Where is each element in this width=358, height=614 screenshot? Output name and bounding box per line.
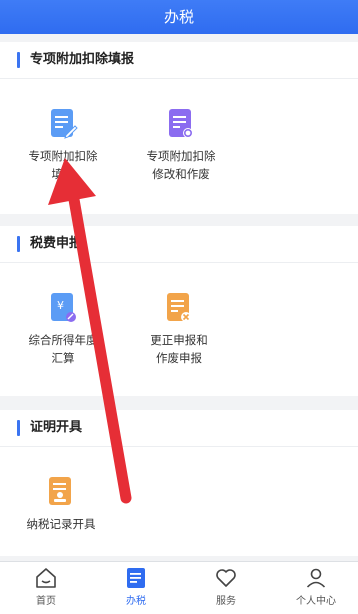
page-title: 办税	[163, 8, 194, 26]
tab-home[interactable]: 首页	[16, 566, 76, 607]
section-accent-bar	[17, 420, 20, 436]
tab-label: 办税	[126, 596, 146, 607]
tab-label: 首页	[36, 596, 56, 607]
tab-profile[interactable]: 个人中心	[286, 566, 346, 607]
tax-document-icon	[127, 568, 145, 588]
section-tax-filing: 税费申报 ¥ 综合所得年度 汇算 更正申报和 作废申报	[0, 226, 358, 396]
item-label-line1: 综合所得年度	[28, 333, 98, 347]
user-icon	[306, 568, 326, 588]
item-label-line2: 填报	[51, 167, 75, 181]
section-certificate: 证明开具 纳税记录开具	[0, 410, 358, 556]
bottom-tab-bar: 首页 办税 服务 个人中心	[0, 561, 358, 614]
section-special-deduction: 专项附加扣除填报 专项附加扣除 填报 专项附加扣除 修改和作废	[0, 42, 358, 214]
item-label-line1: 专项附加扣除	[28, 149, 98, 163]
section-header: 税费申报	[0, 226, 358, 263]
section-accent-bar	[17, 236, 20, 252]
section-title: 税费申报	[30, 236, 83, 251]
correct-void-filing-button[interactable]: 更正申报和 作废申报	[124, 292, 234, 367]
svg-text:¥: ¥	[57, 299, 64, 312]
tab-service[interactable]: 服务	[196, 566, 256, 607]
section-header: 专项附加扣除填报	[0, 42, 358, 79]
item-label-line2: 汇算	[51, 351, 75, 365]
document-edit-icon	[51, 109, 78, 139]
item-label-line2: 修改和作废	[152, 167, 210, 181]
special-deduction-fill-button[interactable]: 专项附加扣除 填报	[8, 108, 118, 183]
section-accent-bar	[17, 52, 20, 68]
page-header: 办税	[0, 0, 358, 34]
tax-record-issue-button[interactable]: 纳税记录开具	[6, 476, 116, 533]
special-deduction-modify-button[interactable]: 专项附加扣除 修改和作废	[126, 108, 236, 183]
tab-tax[interactable]: 办税	[106, 566, 166, 607]
yuan-document-icon: ¥	[51, 293, 76, 322]
annual-settlement-button[interactable]: ¥ 综合所得年度 汇算	[8, 292, 118, 367]
document-cancel-icon	[167, 293, 191, 322]
item-label-line1: 纳税记录开具	[26, 517, 96, 531]
document-settings-icon	[169, 109, 193, 138]
section-title: 证明开具	[30, 420, 83, 435]
tab-label: 个人中心	[296, 596, 336, 607]
item-label-line2: 作废申报	[156, 351, 202, 365]
heart-icon	[216, 569, 236, 587]
home-icon	[36, 568, 56, 588]
section-title: 专项附加扣除填报	[30, 52, 135, 67]
item-label-line1: 更正申报和	[150, 333, 208, 347]
section-header: 证明开具	[0, 410, 358, 447]
certificate-icon	[49, 477, 71, 505]
item-label-line1: 专项附加扣除	[146, 149, 216, 163]
tab-label: 服务	[216, 596, 236, 607]
